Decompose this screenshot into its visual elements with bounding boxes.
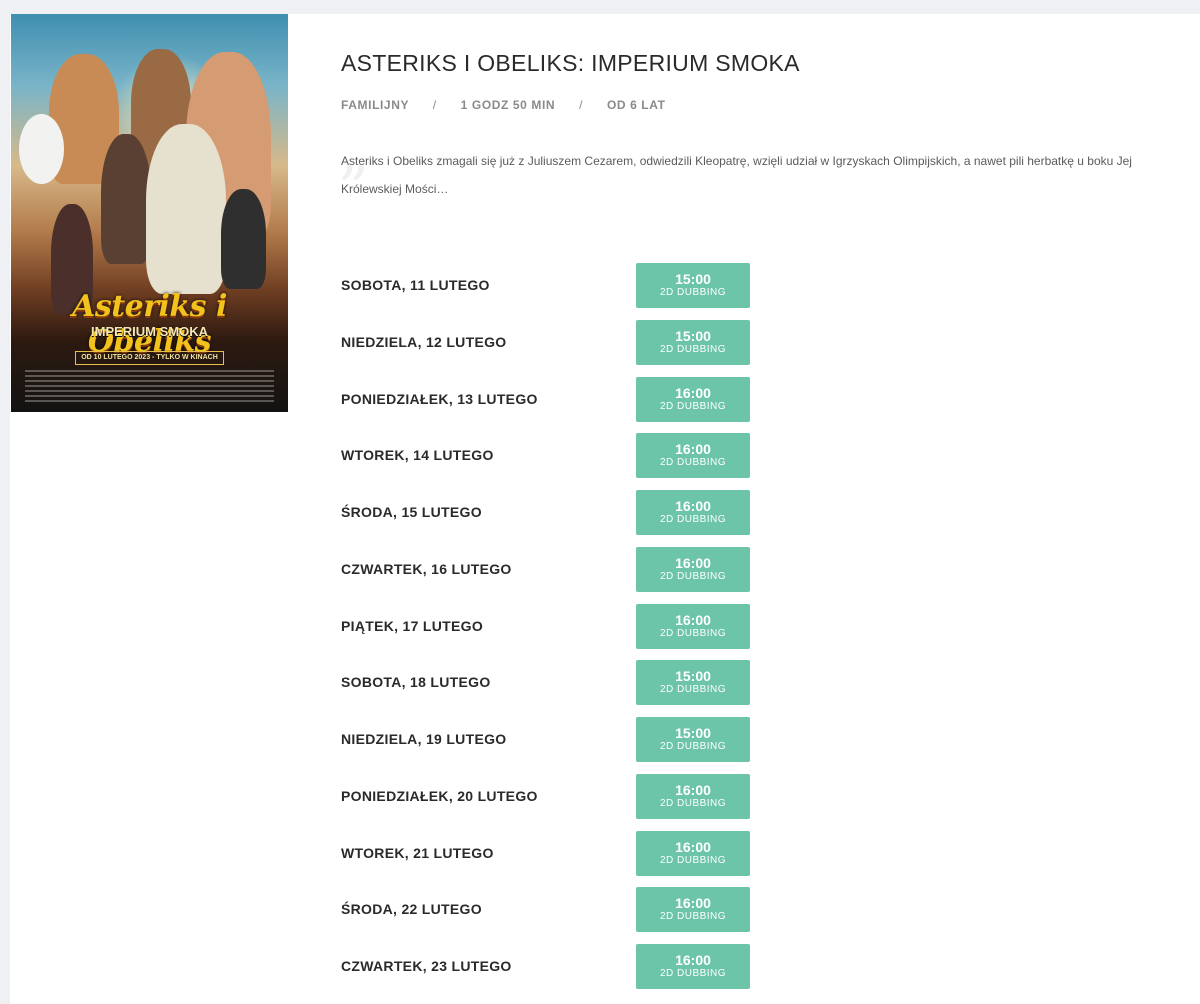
poster-character: [221, 189, 266, 289]
showtime-button[interactable]: 16:00 2D DUBBING: [636, 887, 750, 933]
showtime-time: 16:00: [675, 441, 711, 458]
showtime-format: 2D DUBBING: [659, 570, 727, 582]
showtime-day: CZWARTEK, 23 LUTEGO: [341, 958, 512, 974]
movie-meta: FAMILIJNY / 1 GODZ 50 MIN / OD 6 LAT: [341, 98, 666, 112]
showtime-format: 2D DUBBING: [659, 684, 727, 696]
showtime-button[interactable]: 15:00 2D DUBBING: [636, 717, 750, 762]
showtime-time: 16:00: [675, 554, 711, 571]
showtime-row: PONIEDZIAŁEK, 20 LUTEGO 16:00 2D DUBBING: [341, 773, 761, 820]
meta-separator: /: [432, 98, 437, 112]
showtime-time: 15:00: [675, 668, 711, 685]
showtime-day: ŚRODA, 22 LUTEGO: [341, 901, 482, 918]
poster-character: [101, 134, 151, 264]
showtime-format: 2D DUBBING: [659, 627, 727, 639]
showtime-format: 2D DUBBING: [659, 514, 727, 525]
showtime-button[interactable]: 16:00 2D DUBBING: [636, 546, 750, 592]
showtime-button[interactable]: 16:00 2D DUBBING: [636, 944, 750, 989]
showtime-row: WTOREK, 21 LUTEGO 16:00 2D DUBBING: [341, 830, 761, 877]
showtime-format: 2D DUBBING: [659, 400, 727, 412]
poster-credits: [25, 370, 274, 402]
poster-dog: [19, 114, 64, 184]
showtime-row: NIEDZIELA, 19 LUTEGO 15:00 2D DUBBING: [341, 717, 761, 763]
showtime-button[interactable]: 16:00 2D DUBBING: [636, 830, 750, 876]
poster-release-strip: OD 10 LUTEGO 2023 - TYLKO W KINACH: [75, 351, 224, 365]
showtime-day: NIEDZIELA, 12 LUTEGO: [341, 333, 507, 350]
showtime-button[interactable]: 16:00 2D DUBBING: [636, 433, 750, 479]
movie-duration: 1 GODZ 50 MIN: [460, 98, 556, 112]
showtime-row: PIĄTEK, 17 LUTEGO 16:00 2D DUBBING: [341, 603, 761, 650]
showtime-button[interactable]: 16:00 2D DUBBING: [636, 490, 750, 535]
showtime-format: 2D DUBBING: [659, 343, 727, 355]
showtime-time: 16:00: [675, 895, 711, 912]
movie-age-rating: OD 6 LAT: [606, 98, 666, 112]
showtime-format: 2D DUBBING: [659, 797, 727, 809]
showtime-format: 2D DUBBING: [659, 741, 727, 752]
showtime-button[interactable]: 15:00 2D DUBBING: [636, 263, 750, 308]
showtime-row: ŚRODA, 22 LUTEGO 16:00 2D DUBBING: [341, 887, 761, 933]
showtime-day: WTOREK, 14 LUTEGO: [341, 447, 494, 464]
showtime-format: 2D DUBBING: [659, 968, 727, 979]
showtime-time: 16:00: [675, 498, 711, 514]
showtime-time: 15:00: [675, 327, 711, 344]
showtime-button[interactable]: 16:00 2D DUBBING: [636, 376, 750, 422]
showtime-day: PIĄTEK, 17 LUTEGO: [341, 617, 484, 634]
showtime-format: 2D DUBBING: [659, 457, 727, 469]
showtime-time: 15:00: [675, 271, 711, 287]
showtime-time: 16:00: [675, 781, 711, 798]
showtime-day: PONIEDZIAŁEK, 13 LUTEGO: [341, 390, 538, 407]
showtime-day: PONIEDZIAŁEK, 20 LUTEGO: [341, 787, 538, 804]
showtime-row: CZWARTEK, 23 LUTEGO 16:00 2D DUBBING: [341, 944, 761, 990]
showtime-day: SOBOTA, 11 LUTEGO: [341, 277, 490, 293]
showtime-row: CZWARTEK, 16 LUTEGO 16:00 2D DUBBING: [341, 546, 761, 593]
movie-genre: FAMILIJNY: [341, 98, 409, 112]
showtime-row: SOBOTA, 11 LUTEGO 15:00 2D DUBBING: [341, 263, 761, 309]
showtime-day: WTOREK, 21 LUTEGO: [341, 844, 494, 861]
movie-title: ASTERIKS I OBELIKS: IMPERIUM SMOKA: [341, 50, 800, 76]
showtime-day: CZWARTEK, 16 LUTEGO: [341, 560, 512, 577]
showtime-time: 16:00: [675, 838, 711, 855]
showtime-format: 2D DUBBING: [659, 854, 727, 866]
showtime-row: SOBOTA, 18 LUTEGO 15:00 2D DUBBING: [341, 660, 761, 706]
showtime-button[interactable]: 16:00 2D DUBBING: [636, 773, 750, 819]
showtime-button[interactable]: 15:00 2D DUBBING: [636, 660, 750, 706]
poster-character: [146, 124, 226, 294]
poster-subtitle: IMPERIUM SMOKA: [91, 324, 208, 339]
showtime-button[interactable]: 16:00 2D DUBBING: [636, 603, 750, 649]
showtime-day: SOBOTA, 18 LUTEGO: [341, 674, 491, 691]
showtime-day: NIEDZIELA, 19 LUTEGO: [341, 731, 507, 747]
showtime-row: NIEDZIELA, 12 LUTEGO 15:00 2D DUBBING: [341, 319, 761, 366]
movie-poster[interactable]: Asteriks i Obeliks IMPERIUM SMOKA OD 10 …: [11, 14, 288, 412]
showtime-time: 16:00: [675, 952, 711, 968]
showtime-time: 16:00: [675, 384, 711, 401]
meta-separator: /: [579, 98, 584, 112]
showtime-time: 16:00: [675, 611, 711, 628]
showtime-format: 2D DUBBING: [659, 911, 727, 923]
showtime-row: WTOREK, 14 LUTEGO 16:00 2D DUBBING: [341, 433, 761, 479]
movie-description: Asteriks i Obeliks zmagali się już z Jul…: [341, 154, 1132, 196]
showtime-button[interactable]: 15:00 2D DUBBING: [636, 319, 750, 365]
showtime-row: ŚRODA, 15 LUTEGO 16:00 2D DUBBING: [341, 490, 761, 536]
showtime-time: 15:00: [675, 725, 711, 741]
showtime-row: PONIEDZIAŁEK, 13 LUTEGO 16:00 2D DUBBING: [341, 376, 761, 423]
showtime-format: 2D DUBBING: [659, 287, 727, 298]
movie-card: Asteriks i Obeliks IMPERIUM SMOKA OD 10 …: [10, 14, 1200, 1004]
showtime-day: ŚRODA, 15 LUTEGO: [341, 504, 482, 520]
